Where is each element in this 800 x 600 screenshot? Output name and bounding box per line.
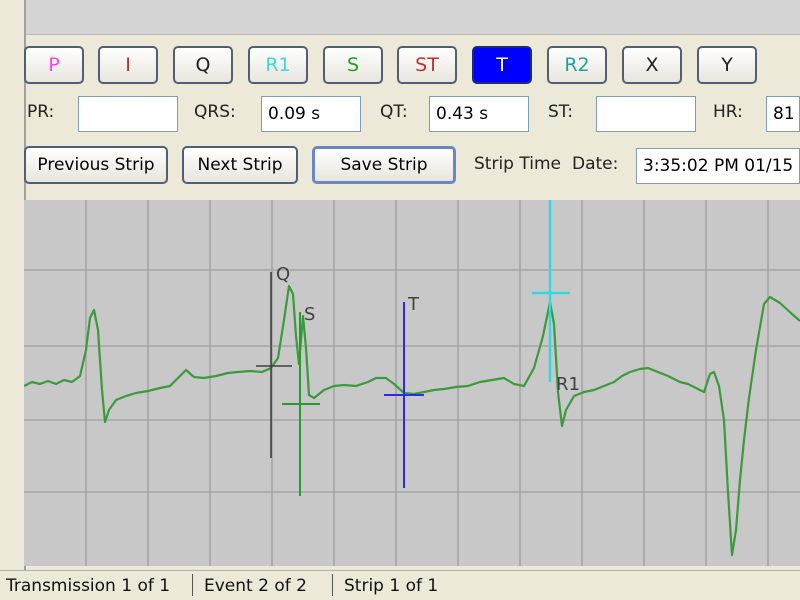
marker-button-p[interactable]: P	[24, 46, 84, 84]
status-transmission: Transmission 1 of 1	[6, 576, 171, 596]
st-field[interactable]	[596, 96, 696, 132]
previous-strip-button[interactable]: Previous Strip	[24, 146, 168, 184]
t-marker-label: T	[407, 294, 420, 315]
qt-field[interactable]	[429, 96, 529, 132]
strip-date-label: Date:	[572, 154, 619, 174]
status-strip: Strip 1 of 1	[344, 576, 439, 596]
status-divider	[332, 574, 333, 596]
marker-button-r1[interactable]: R1	[248, 46, 308, 84]
qrs-label: QRS:	[194, 102, 236, 122]
strip-time-label: Strip Time	[474, 154, 561, 174]
marker-button-x[interactable]: X	[622, 46, 682, 84]
pr-field[interactable]	[78, 96, 178, 132]
r1-marker-label: R1	[556, 374, 580, 395]
pr-label: PR:	[27, 102, 55, 122]
top-toolbar-area	[24, 0, 800, 35]
marker-button-y[interactable]: Y	[697, 46, 757, 84]
left-panel-edge	[0, 0, 26, 570]
st-label: ST:	[548, 102, 574, 122]
marker-button-s[interactable]: S	[323, 46, 383, 84]
save-strip-button[interactable]: Save Strip	[312, 146, 456, 184]
status-divider	[192, 574, 193, 596]
s-marker-label: S	[304, 304, 315, 325]
q-marker-label: Q	[276, 264, 290, 285]
marker-button-i[interactable]: I	[98, 46, 158, 84]
ecg-strip-canvas[interactable]: QS T R1	[24, 200, 800, 566]
strip-datetime-field[interactable]	[636, 148, 800, 184]
status-bar: Transmission 1 of 1 Event 2 of 2 Strip 1…	[0, 570, 800, 600]
qt-label: QT:	[380, 102, 408, 122]
marker-button-r2[interactable]: R2	[547, 46, 607, 84]
hr-label: HR:	[713, 102, 743, 122]
ecg-strip-viewer-window: P I Q R1 S ST T R2 X Y PR: QRS: QT: ST: …	[0, 0, 800, 600]
strip-action-row: Previous Strip Next Strip Save Strip Str…	[0, 146, 800, 186]
marker-button-t[interactable]: T	[472, 46, 532, 84]
ecg-strip-chart[interactable]: Q S T R1	[24, 200, 800, 566]
marker-button-st[interactable]: ST	[397, 46, 457, 84]
status-event: Event 2 of 2	[204, 576, 307, 596]
hr-field[interactable]	[766, 96, 800, 132]
measurement-row: PR: QRS: QT: ST: HR:	[0, 94, 800, 134]
qrs-field[interactable]	[261, 96, 361, 132]
marker-button-q[interactable]: Q	[173, 46, 233, 84]
next-strip-button[interactable]: Next Strip	[182, 146, 298, 184]
